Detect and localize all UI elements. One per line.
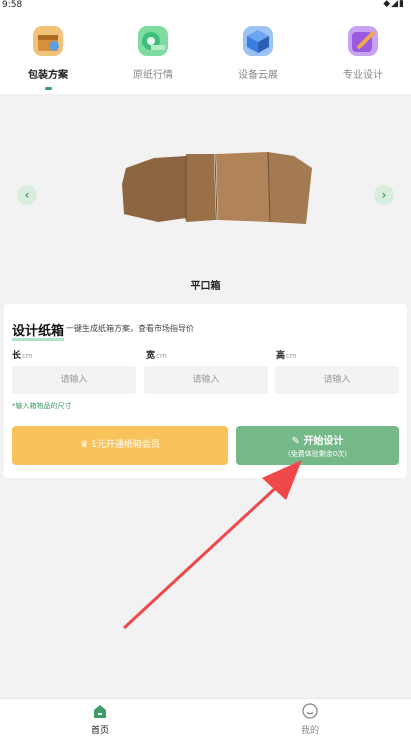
nav-profile[interactable]: 我的 <box>280 703 340 736</box>
nav-home[interactable]: 首页 <box>70 703 130 736</box>
annotation-arrow <box>122 460 302 630</box>
bottom-nav: 首页 我的 <box>0 698 411 738</box>
nav-label: 首页 <box>90 726 109 736</box>
nav-label: 我的 <box>300 726 319 736</box>
home-icon <box>92 703 108 719</box>
smiley-icon <box>302 703 318 719</box>
